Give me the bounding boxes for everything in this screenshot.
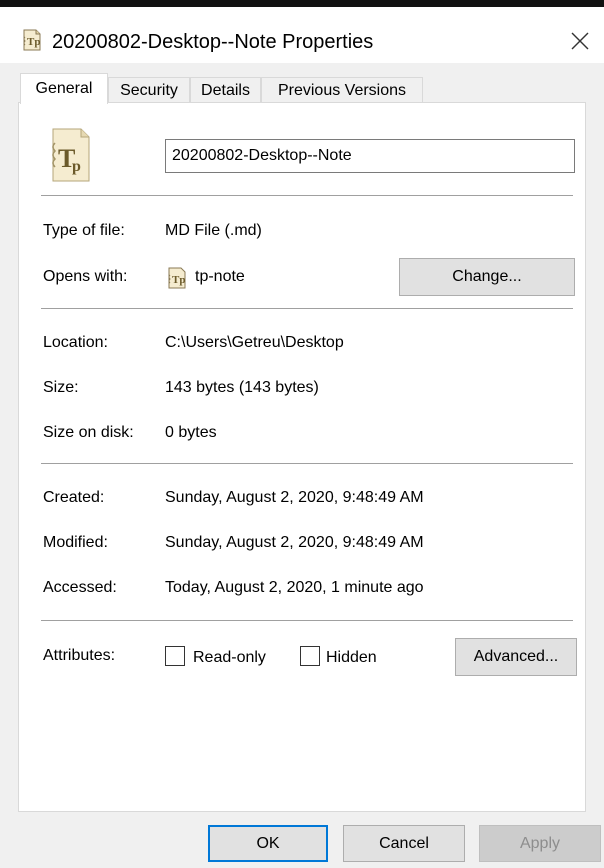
file-name-field[interactable]: 20200802-Desktop--Note — [165, 139, 575, 173]
separator — [41, 620, 573, 621]
read-only-label: Read-only — [193, 649, 266, 666]
read-only-checkbox[interactable] — [165, 646, 185, 666]
advanced-button[interactable]: Advanced... — [455, 638, 577, 676]
tab-security[interactable]: Security — [108, 77, 190, 103]
change-button[interactable]: Change... — [399, 258, 575, 296]
separator — [41, 195, 573, 196]
location-value: C:\Users\Getreu\Desktop — [165, 334, 344, 351]
type-of-file-value: MD File (.md) — [165, 222, 262, 239]
tp-note-file-icon: Tp — [22, 29, 42, 51]
window-top-border — [0, 0, 604, 7]
attributes-label: Attributes: — [43, 647, 116, 664]
size-label: Size: — [43, 379, 79, 396]
tab-previous-versions[interactable]: Previous Versions — [261, 77, 423, 103]
opens-with-label: Opens with: — [43, 268, 128, 285]
hidden-label: Hidden — [326, 649, 377, 666]
tp-note-large-icon: T p — [49, 127, 93, 183]
hidden-checkbox[interactable] — [300, 646, 320, 666]
modified-value: Sunday, August 2, 2020, 9:48:49 AM — [165, 534, 424, 551]
type-of-file-label: Type of file: — [43, 222, 125, 239]
svg-text:p: p — [72, 158, 81, 175]
size-on-disk-value: 0 bytes — [165, 424, 217, 441]
svg-text:Tp: Tp — [172, 274, 185, 286]
location-label: Location: — [43, 334, 108, 351]
tab-details[interactable]: Details — [190, 77, 261, 103]
close-button[interactable] — [562, 23, 598, 59]
size-on-disk-label: Size on disk: — [43, 424, 134, 441]
accessed-value: Today, August 2, 2020, 1 minute ago — [165, 579, 424, 596]
general-panel: T p 20200802-Desktop--Note Type of file:… — [18, 102, 586, 812]
modified-label: Modified: — [43, 534, 108, 551]
tp-note-app-icon: Tp — [167, 267, 187, 289]
close-icon — [571, 32, 589, 50]
apply-button[interactable]: Apply — [479, 825, 601, 862]
window-title: 20200802-Desktop--Note Properties — [52, 31, 374, 53]
cancel-button[interactable]: Cancel — [343, 825, 465, 862]
created-value: Sunday, August 2, 2020, 9:48:49 AM — [165, 489, 424, 506]
separator — [41, 463, 573, 464]
size-value: 143 bytes (143 bytes) — [165, 379, 319, 396]
created-label: Created: — [43, 489, 105, 506]
title-bar: Tp 20200802-Desktop--Note Properties — [0, 7, 604, 63]
tab-general[interactable]: General — [20, 73, 108, 104]
opens-with-value: tp-note — [195, 268, 245, 285]
svg-text:Tp: Tp — [27, 36, 40, 48]
accessed-label: Accessed: — [43, 579, 117, 596]
ok-button[interactable]: OK — [208, 825, 328, 862]
separator — [41, 308, 573, 309]
